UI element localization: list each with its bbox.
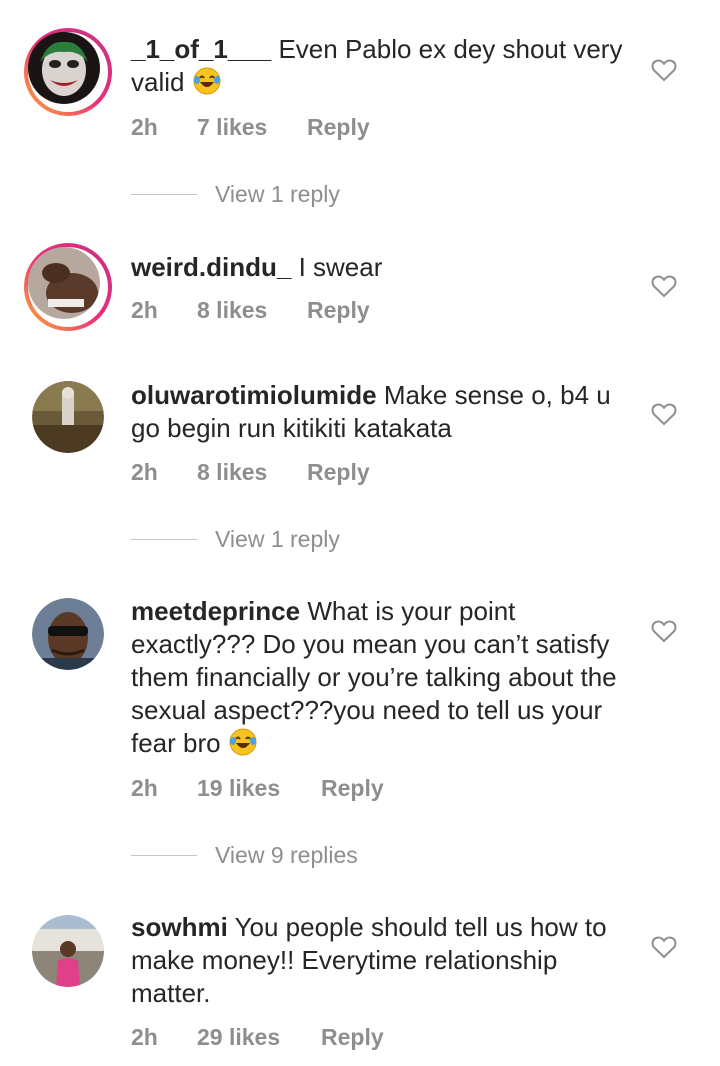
heart-icon[interactable] xyxy=(651,58,677,82)
reply-divider xyxy=(131,539,197,540)
comment-meta: 2h 8 likes Reply xyxy=(131,297,370,324)
view-replies-button[interactable]: View 1 reply xyxy=(131,526,340,553)
view-replies-label: View 9 replies xyxy=(215,842,358,868)
avatar[interactable] xyxy=(32,915,104,987)
avatar[interactable] xyxy=(32,598,104,670)
comment-text: weird.dindu_ I swear xyxy=(131,251,631,284)
comment-time: 2h xyxy=(131,114,158,140)
comment-time: 2h xyxy=(131,459,158,485)
comment-username[interactable]: meetdeprince xyxy=(131,596,300,626)
comment-username[interactable]: oluwarotimiolumide xyxy=(131,380,377,410)
view-replies-button[interactable]: View 1 reply xyxy=(131,181,340,208)
reply-button[interactable]: Reply xyxy=(321,1024,384,1051)
heart-icon[interactable] xyxy=(651,402,677,426)
comment-likes[interactable]: 8 likes xyxy=(197,459,307,486)
comment-item: sowhmi You people should tell us how to … xyxy=(0,890,720,1066)
comment-likes[interactable]: 19 likes xyxy=(197,775,321,802)
comment-username[interactable]: _1_of_1___ xyxy=(131,34,271,64)
reply-button[interactable]: Reply xyxy=(321,775,384,802)
comment-text: meetdeprince What is your point exactly?… xyxy=(131,595,631,760)
heart-icon[interactable] xyxy=(651,274,677,298)
comment-text: _1_of_1___ Even Pablo ex dey shout very … xyxy=(131,33,631,99)
reply-divider xyxy=(131,855,197,856)
view-replies-label: View 1 reply xyxy=(215,181,340,207)
comment-likes[interactable]: 8 likes xyxy=(197,297,307,324)
view-replies-label: View 1 reply xyxy=(215,526,340,552)
heart-icon[interactable] xyxy=(651,935,677,959)
reply-button[interactable]: Reply xyxy=(307,114,370,141)
comment-time: 2h xyxy=(131,775,158,801)
comment-meta: 2h 19 likes Reply xyxy=(131,775,384,802)
avatar[interactable] xyxy=(32,381,104,453)
comment-meta: 2h 8 likes Reply xyxy=(131,459,370,486)
comment-likes[interactable]: 29 likes xyxy=(197,1024,321,1051)
comment-time: 2h xyxy=(131,297,158,323)
laughing-emoji-icon xyxy=(228,727,258,757)
heart-icon[interactable] xyxy=(651,619,677,643)
comment-likes[interactable]: 7 likes xyxy=(197,114,307,141)
comment-text: oluwarotimiolumide Make sense o, b4 u go… xyxy=(131,379,631,445)
avatar[interactable] xyxy=(24,28,112,116)
laughing-emoji-icon xyxy=(192,66,222,96)
reply-divider xyxy=(131,194,197,195)
comment-item: _1_of_1___ Even Pablo ex dey shout very … xyxy=(0,0,720,230)
comment-time: 2h xyxy=(131,1024,158,1050)
comment-username[interactable]: weird.dindu_ xyxy=(131,252,291,282)
comment-item: weird.dindu_ I swear 2h 8 likes Reply xyxy=(0,230,720,370)
reply-button[interactable]: Reply xyxy=(307,459,370,486)
comment-meta: 2h 7 likes Reply xyxy=(131,114,370,141)
avatar[interactable] xyxy=(24,243,112,331)
comment-meta: 2h 29 likes Reply xyxy=(131,1024,384,1051)
comment-text: sowhmi You people should tell us how to … xyxy=(131,911,631,1010)
comment-username[interactable]: sowhmi xyxy=(131,912,228,942)
comment-body: I swear xyxy=(298,252,383,282)
view-replies-button[interactable]: View 9 replies xyxy=(131,842,358,869)
reply-button[interactable]: Reply xyxy=(307,297,370,324)
comment-item: oluwarotimiolumide Make sense o, b4 u go… xyxy=(0,370,720,580)
comment-item: meetdeprince What is your point exactly?… xyxy=(0,580,720,890)
